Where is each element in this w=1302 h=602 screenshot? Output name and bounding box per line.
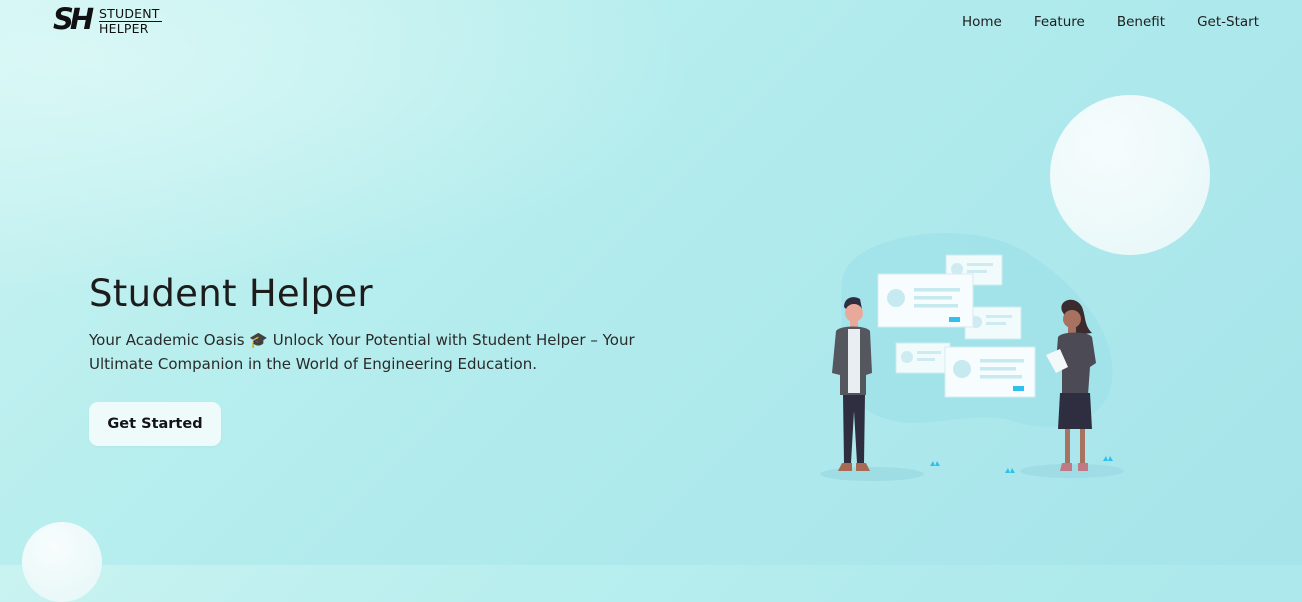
logo-line-student: STUDENT (99, 6, 162, 22)
hero-title: Student Helper (89, 272, 373, 315)
nav-get-start[interactable]: Get-Start (1197, 12, 1259, 32)
floating-card-3 (895, 342, 951, 374)
decorative-circle-bottom (22, 522, 102, 602)
brand-logo[interactable]: SH STUDENT HELPER (53, 2, 168, 37)
logo-line-helper: HELPER (99, 21, 149, 36)
plant-1 (930, 461, 940, 466)
floating-card-main-bottom (944, 346, 1036, 398)
hero-illustration (820, 233, 1124, 481)
logo-mark: SH (53, 2, 94, 36)
nav-benefit[interactable]: Benefit (1117, 12, 1165, 32)
site-header: SH STUDENT HELPER Home Feature Benefit G… (0, 0, 1302, 44)
nav-home[interactable]: Home (962, 12, 1002, 32)
plant-2 (1005, 468, 1015, 473)
ground-shadow-left (820, 467, 924, 481)
hero-subtitle: Your Academic Oasis 🎓 Unlock Your Potent… (89, 331, 635, 373)
floating-card-main-top (877, 273, 974, 328)
main-nav: Home Feature Benefit Get-Start (962, 12, 1259, 32)
plant-3 (1103, 456, 1113, 461)
nav-feature[interactable]: Feature (1034, 12, 1085, 32)
get-started-button[interactable]: Get Started (89, 402, 221, 446)
background-glow (0, 0, 700, 300)
